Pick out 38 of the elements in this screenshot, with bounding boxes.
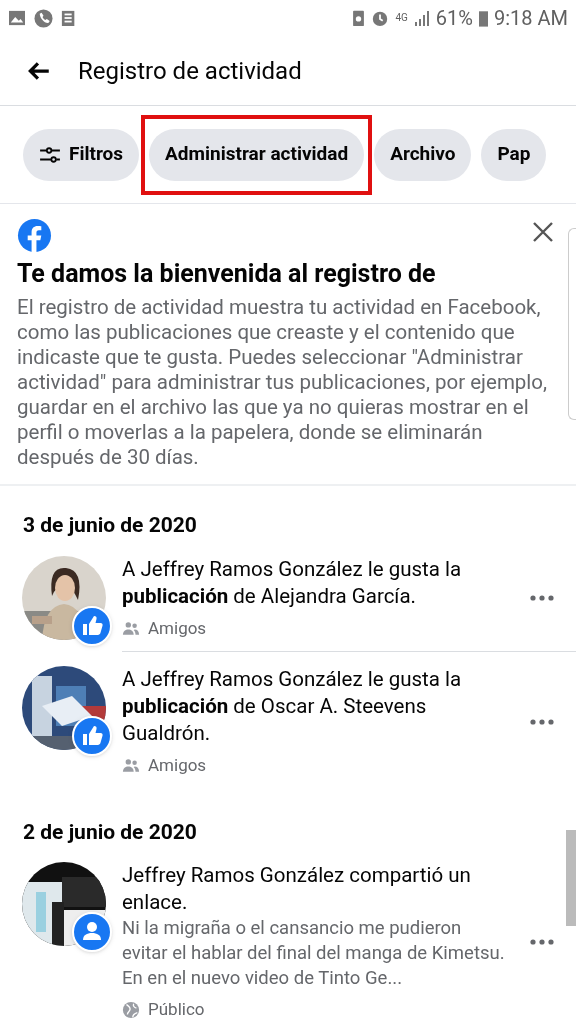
date-heading: 2 de junio de 2020 — [22, 818, 198, 846]
filter-chip[interactable]: Administrar actividad — [149, 128, 365, 181]
more-options-icon[interactable] — [530, 719, 554, 726]
clock: 9:18 AM — [493, 5, 568, 32]
battery-icon — [478, 9, 488, 27]
welcome-heading: Te damos la bienvenida al registro de — [17, 259, 437, 289]
more-options-icon[interactable] — [530, 939, 554, 946]
signal-icon — [413, 10, 430, 26]
network-type: 4G — [395, 13, 408, 23]
person-icon — [72, 912, 112, 952]
thumbs-up-icon — [72, 716, 112, 756]
audience-label: Público — [148, 998, 205, 1021]
page-title: Registro de actividad — [78, 55, 302, 87]
date-heading: 3 de junio de 2020 — [22, 512, 198, 539]
audience-label: Amigos — [148, 616, 207, 640]
filter-chip[interactable]: Pap — [481, 128, 547, 181]
link-preview-text: Ni la migraña o el cansancio me pudieron evitar el hablar del final del manga de Kimetsu. En en el nuevo video de Tinto Ge... — [122, 916, 506, 991]
image-icon — [8, 10, 26, 26]
battery-saver-icon — [352, 9, 366, 27]
sliders-icon — [39, 145, 61, 164]
more-options-icon[interactable] — [530, 595, 554, 602]
alarm-icon — [371, 9, 390, 27]
globe-icon — [122, 1000, 140, 1019]
welcome-description: El registro de actividad muestra tu actividad en Facebook, como las publicaciones que creaste y el contenido que indicaste que te gusta. Puedes seleccionar "Administrar actividad" para administrar tus publicaciones, por ejemplo, guardar en el archivo las que ya no quieras mostrar en el perfil o moverlas a la papelera, donde se eliminarán después de 30 días. — [17, 295, 549, 470]
activity-text: A Jeffrey Ramos González le gusta la publicación de Oscar A. Steevens Gualdrón. — [122, 666, 463, 747]
close-icon[interactable] — [531, 220, 555, 244]
phone-icon — [34, 8, 53, 28]
people-icon — [122, 620, 140, 636]
activity-text: Jeffrey Ramos González compartió un enlace. — [122, 862, 472, 916]
document-icon — [61, 9, 77, 27]
filter-chip[interactable]: Filtros — [23, 128, 140, 181]
activity-text: A Jeffrey Ramos González le gusta la publicación de Alejandra García. — [122, 555, 463, 610]
people-icon — [122, 758, 140, 774]
audience-label: Amigos — [148, 754, 207, 777]
filter-chip[interactable]: Archivo — [374, 128, 472, 181]
thumbs-up-icon — [72, 605, 112, 646]
battery-percentage: 61% — [435, 5, 473, 32]
facebook-logo — [17, 218, 52, 253]
